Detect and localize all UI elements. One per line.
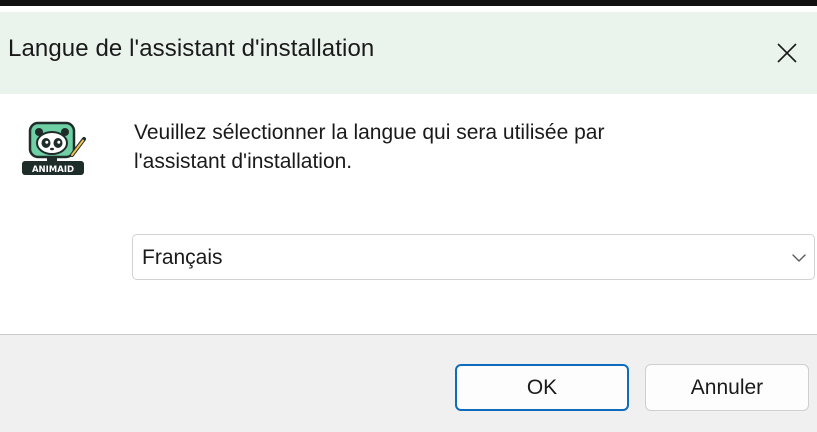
app-logo-text: ANIMAID xyxy=(32,165,74,175)
close-button[interactable] xyxy=(757,12,817,94)
installer-language-dialog: Langue de l'assistant d'installation ANI… xyxy=(0,0,817,432)
dialog-footer: OK Annuler xyxy=(0,335,817,432)
dialog-content: ANIMAID Veuillez sélectionner la langue … xyxy=(0,94,817,334)
instruction-line-2: l'assistant d'installation. xyxy=(134,150,353,173)
close-icon xyxy=(777,43,797,63)
dialog-title: Langue de l'assistant d'installation xyxy=(8,35,375,62)
cancel-button[interactable]: Annuler xyxy=(645,364,809,411)
instruction-text: Veuillez sélectionner la langue qui sera… xyxy=(134,118,774,176)
language-select-value: Français xyxy=(142,246,223,269)
ok-button[interactable]: OK xyxy=(455,364,629,411)
app-logo-icon: ANIMAID xyxy=(22,121,86,175)
chevron-down-icon xyxy=(792,254,806,262)
title-bar[interactable]: Langue de l'assistant d'installation xyxy=(0,12,817,94)
language-select[interactable]: Français xyxy=(132,234,815,280)
instruction-line-1: Veuillez sélectionner la langue qui sera… xyxy=(134,121,605,144)
